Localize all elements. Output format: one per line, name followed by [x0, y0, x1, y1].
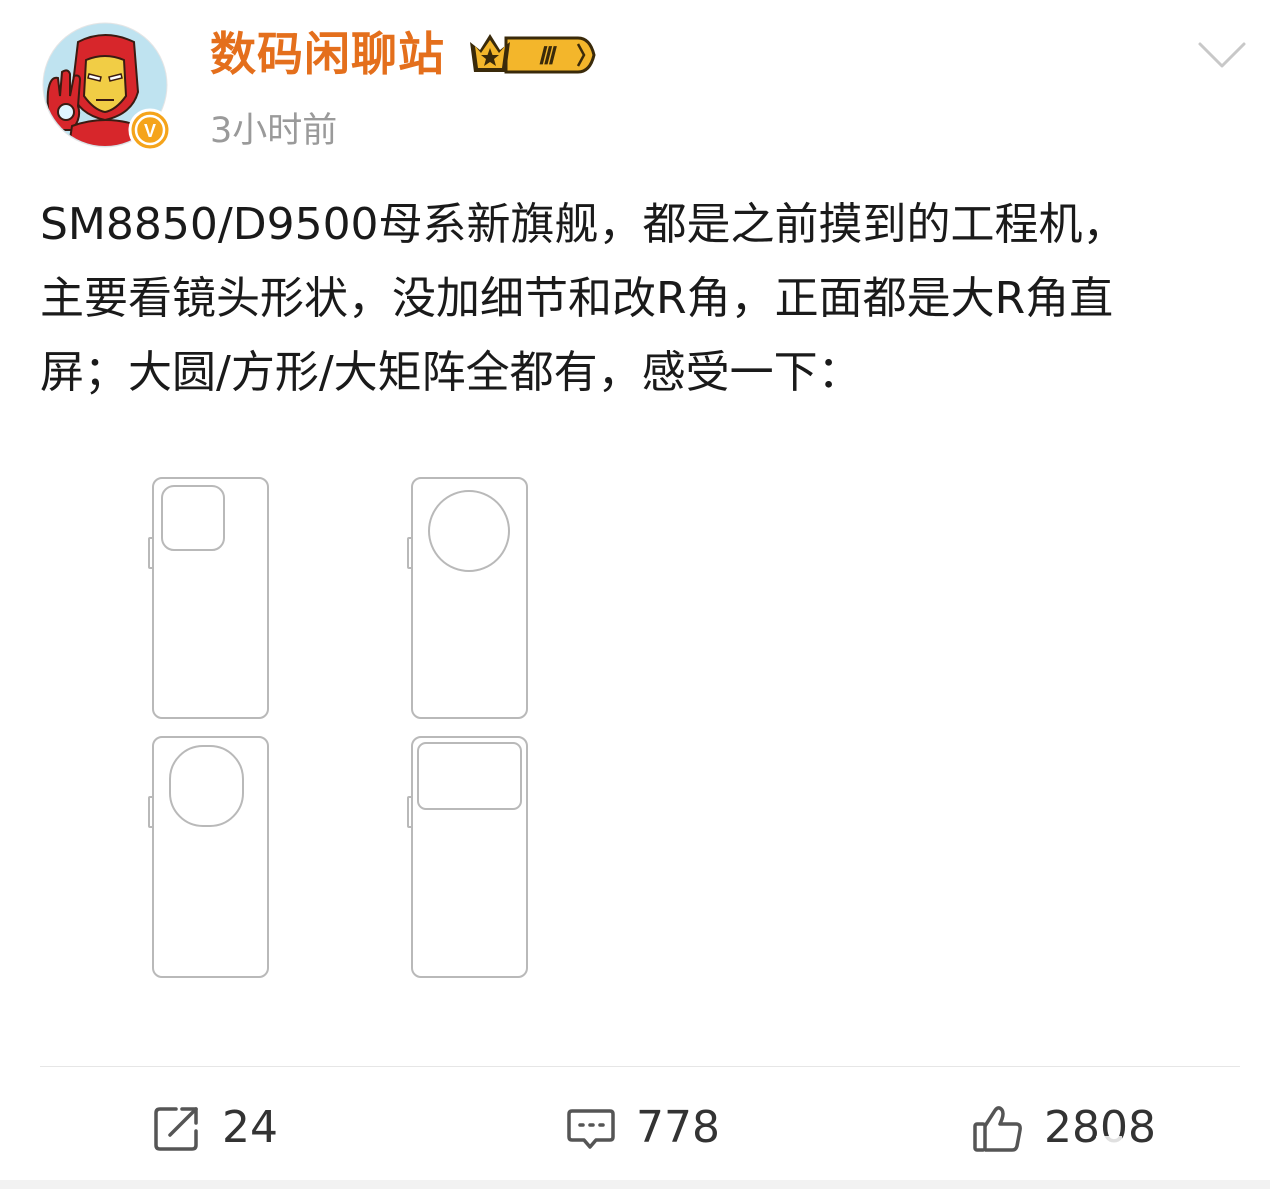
svg-text:V: V: [144, 121, 156, 141]
repost-icon: [154, 1107, 198, 1151]
vip-crown-badge[interactable]: Ⅲ: [466, 28, 598, 86]
post-text-line: SM8850/D9500母系新旗舰，都是之前摸到的工程机，: [40, 199, 1127, 250]
phone-sketches-image: [148, 477, 528, 978]
watermark: [1092, 1126, 1252, 1166]
comment-icon: [567, 1109, 615, 1149]
post-text-line: 主要看镜头形状，没加细节和改R角，正面都是大R角直: [40, 273, 1114, 324]
author-name[interactable]: 数码闲聊站: [210, 26, 445, 82]
repost-count: 24: [222, 1102, 278, 1153]
repost-button[interactable]: 24: [152, 1098, 278, 1158]
comment-count: 778: [636, 1102, 720, 1153]
post-body: SM8850/D9500母系新旗舰，都是之前摸到的工程机， 主要看镜头形状，没加…: [40, 188, 1240, 410]
post-image[interactable]: [140, 470, 540, 990]
comment-button[interactable]: 778: [566, 1098, 720, 1158]
thumb-up-icon: [973, 1106, 1022, 1152]
chevron-down-icon[interactable]: [1196, 36, 1248, 72]
actions-divider: [40, 1066, 1240, 1067]
post-timestamp: 3小时前: [210, 111, 338, 151]
post-text-line: 屏；大圆/方形/大矩阵全都有，感受一下：: [40, 347, 862, 398]
bottom-bar: [0, 1180, 1270, 1189]
verified-badge-icon: V: [128, 108, 172, 152]
avatar[interactable]: V: [42, 22, 172, 152]
